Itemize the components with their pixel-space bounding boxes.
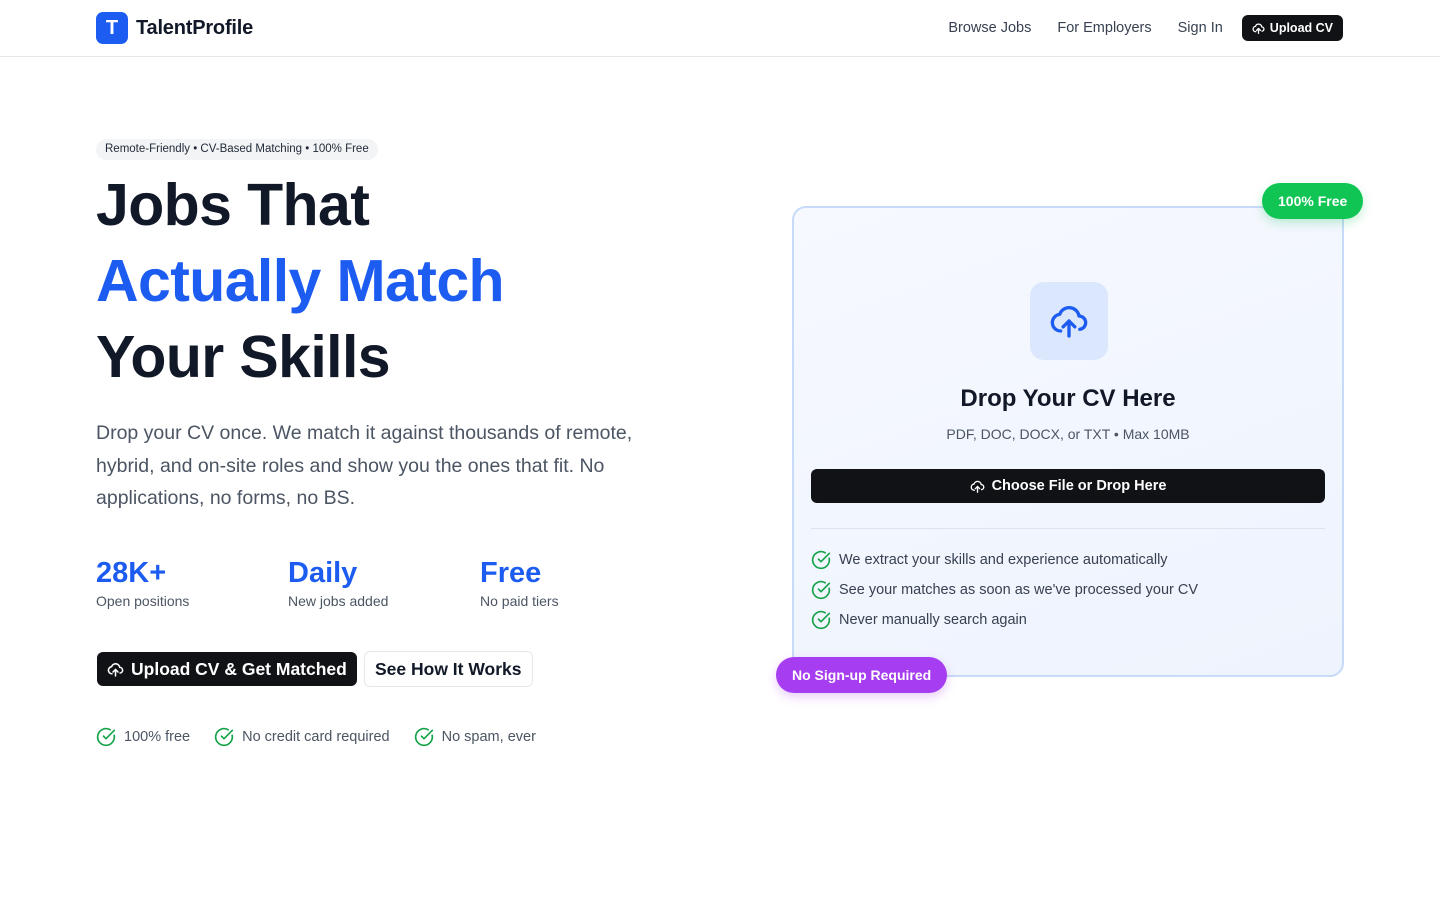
- feature-label: We extract your skills and experience au…: [839, 552, 1168, 568]
- upload-cv-get-matched-button[interactable]: Upload CV & Get Matched: [97, 652, 357, 686]
- cv-dropzone-card[interactable]: Drop Your CV Here PDF, DOC, DOCX, or TXT…: [792, 206, 1344, 677]
- stat-new-jobs: Daily New jobs added: [288, 555, 480, 611]
- feature-label: See your matches as soon as we've proces…: [839, 582, 1199, 598]
- check-circle-icon: [811, 580, 831, 600]
- feature-label: Never manually search again: [839, 612, 1027, 628]
- feature-item: See your matches as soon as we've proces…: [811, 575, 1198, 605]
- hero-headline: Jobs That Actually Match Your Skills: [96, 167, 505, 395]
- stat-free: Free No paid tiers: [480, 555, 672, 611]
- dropzone-title: Drop Your CV Here: [960, 385, 1176, 412]
- check-circle-icon: [811, 550, 831, 570]
- choose-file-label: Choose File or Drop Here: [991, 478, 1167, 494]
- stat-value: 28K+: [96, 557, 167, 589]
- hero-stats: 28K+ Open positions Daily New jobs added…: [96, 555, 672, 611]
- see-how-it-works-button[interactable]: See How It Works: [364, 651, 533, 687]
- headline-line-3: Your Skills: [96, 324, 391, 390]
- no-signup-badge: No Sign-up Required: [776, 657, 948, 693]
- check-item: No credit card required: [214, 727, 390, 747]
- cloud-upload-icon: [970, 480, 985, 493]
- logo[interactable]: T TalentProfile: [96, 12, 253, 44]
- headline-line-1: Jobs That: [96, 172, 370, 238]
- check-label: No credit card required: [242, 729, 390, 745]
- cloud-upload-icon: [1252, 23, 1265, 34]
- stat-label: Open positions: [96, 593, 190, 609]
- headline-line-2: Actually Match: [96, 248, 505, 314]
- check-circle-icon: [214, 727, 234, 747]
- cloud-upload-icon: [107, 662, 124, 677]
- check-circle-icon: [96, 727, 116, 747]
- check-item: No spam, ever: [414, 727, 536, 747]
- feature-item: We extract your skills and experience au…: [811, 545, 1198, 575]
- nav-links: Browse Jobs For Employers Sign In Upload…: [948, 15, 1343, 41]
- stat-open-positions: 28K+ Open positions: [96, 555, 288, 611]
- top-nav: T TalentProfile Browse Jobs For Employer…: [0, 0, 1440, 57]
- logo-mark: T: [96, 12, 128, 44]
- check-circle-icon: [414, 727, 433, 747]
- nav-link-sign-in[interactable]: Sign In: [1178, 15, 1223, 41]
- nav-upload-cv-button[interactable]: Upload CV: [1241, 15, 1343, 41]
- check-item: 100% free: [96, 727, 190, 747]
- stat-value: Free: [480, 557, 542, 589]
- nav-link-for-employers[interactable]: For Employers: [1057, 15, 1151, 41]
- check-circle-icon: [811, 610, 831, 630]
- dropzone-subtitle: PDF, DOC, DOCX, or TXT • Max 10MB: [946, 426, 1190, 442]
- dropzone-features: We extract your skills and experience au…: [811, 545, 1198, 635]
- feature-item: Never manually search again: [811, 605, 1198, 635]
- free-badge: 100% Free: [1262, 183, 1364, 219]
- stat-label: No paid tiers: [480, 593, 559, 609]
- hero-checks: 100% free No credit card required No spa…: [96, 727, 560, 747]
- card-divider: [811, 528, 1325, 529]
- cloud-upload-icon: [1050, 305, 1088, 338]
- nav-link-browse-jobs[interactable]: Browse Jobs: [948, 15, 1031, 41]
- hero-tagline-pill: Remote-Friendly • CV-Based Matching • 10…: [96, 139, 378, 160]
- primary-button-label: Upload CV & Get Matched: [131, 658, 347, 679]
- check-label: 100% free: [124, 729, 191, 745]
- upload-icon-tile: [1030, 282, 1108, 360]
- choose-file-button[interactable]: Choose File or Drop Here: [811, 469, 1325, 503]
- check-label: No spam, ever: [441, 729, 536, 745]
- stat-label: New jobs added: [288, 593, 389, 609]
- brand-name: TalentProfile: [136, 16, 254, 39]
- stat-value: Daily: [288, 557, 358, 589]
- nav-upload-cv-label: Upload CV: [1269, 21, 1333, 35]
- hero-lead: Drop your CV once. We match it against t…: [96, 422, 633, 509]
